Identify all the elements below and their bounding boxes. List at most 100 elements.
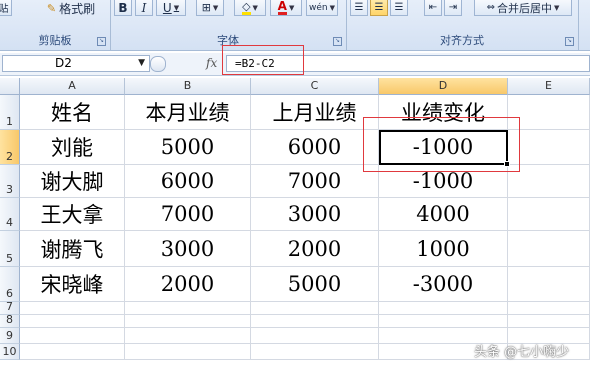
row-header[interactable]: 1 (0, 95, 20, 130)
table-cell[interactable]: 谢腾飞 (20, 231, 125, 267)
table-cell[interactable] (251, 315, 379, 328)
name-box[interactable]: D2 ▼ (2, 55, 150, 72)
fill-handle[interactable] (504, 161, 510, 167)
table-cell[interactable] (508, 165, 590, 198)
table-cell[interactable]: -1000 (379, 130, 508, 165)
font-color-button[interactable]: A ▼ (270, 0, 302, 16)
table-cell[interactable] (379, 315, 508, 328)
table-cell[interactable]: 1000 (379, 231, 508, 267)
table-cell[interactable] (251, 344, 379, 360)
table-cell[interactable]: 6000 (125, 165, 251, 198)
clipboard-launcher-icon[interactable]: ↘ (97, 37, 106, 46)
italic-button[interactable]: I (135, 0, 153, 16)
format-painter-button[interactable]: ✎ 格式刷 (38, 0, 104, 16)
table-cell[interactable] (125, 302, 251, 315)
row-header[interactable]: 9 (0, 328, 20, 344)
table-cell[interactable]: 上月业绩 (251, 95, 379, 130)
table-cell[interactable]: 3000 (251, 198, 379, 231)
table-cell[interactable] (125, 344, 251, 360)
row-header[interactable]: 3 (0, 165, 20, 198)
decrease-indent-icon: ⇤ (428, 2, 438, 13)
bold-button[interactable]: B (114, 0, 132, 16)
table-cell[interactable]: 6000 (251, 130, 379, 165)
align-left-button[interactable]: ☰ (350, 0, 368, 16)
table-cell[interactable] (125, 328, 251, 344)
table-cell[interactable]: 本月业绩 (125, 95, 251, 130)
table-cell[interactable] (508, 95, 590, 130)
fill-color-button[interactable]: ◇ ▼ (234, 0, 266, 16)
fill-color-icon: ◇ (242, 0, 251, 15)
merge-center-button[interactable]: ⇔ 合并后居中 ▼ (474, 0, 572, 16)
table-cell[interactable]: 2000 (125, 267, 251, 302)
column-header-a[interactable]: A (20, 78, 125, 95)
table-cell[interactable]: 刘能 (20, 130, 125, 165)
table-cell[interactable] (251, 328, 379, 344)
table-cell[interactable] (379, 302, 508, 315)
row-header[interactable]: 8 (0, 313, 20, 328)
formula-input[interactable]: =B2-C2 (226, 55, 590, 72)
row-header[interactable]: 4 (0, 198, 20, 231)
font-group-label: 字体 (217, 34, 239, 47)
underline-button[interactable]: U ▼ (156, 0, 186, 16)
column-header-e[interactable]: E (508, 78, 590, 95)
select-all-corner[interactable] (0, 78, 20, 95)
insert-function-icon[interactable]: fx (206, 56, 217, 70)
clipboard-group-label: 剪贴板 (38, 34, 72, 47)
table-cell[interactable] (508, 302, 590, 315)
table-cell[interactable]: 7000 (125, 198, 251, 231)
chevron-down-icon: ▼ (554, 3, 560, 12)
alignment-group-label: 对齐方式 (440, 34, 484, 47)
table-cell[interactable] (20, 315, 125, 328)
name-box-value: D2 (55, 56, 72, 70)
chevron-down-icon[interactable]: ▼ (138, 56, 145, 71)
borders-icon: ⊞ (201, 1, 211, 14)
column-header-b[interactable]: B (125, 78, 251, 95)
table-cell[interactable] (20, 302, 125, 315)
table-cell[interactable]: 宋晓峰 (20, 267, 125, 302)
paste-button[interactable]: 粘贴 (0, 0, 12, 16)
borders-button[interactable]: ⊞ ▼ (196, 0, 224, 16)
table-cell[interactable]: -1000 (379, 165, 508, 198)
align-center-icon: ☰ (374, 2, 384, 13)
table-cell[interactable]: 王大拿 (20, 198, 125, 231)
phonetic-guide-button[interactable]: wén ▼ (306, 0, 338, 16)
row-header[interactable]: 10 (0, 344, 20, 360)
font-launcher-icon[interactable]: ↘ (333, 37, 342, 46)
table-cell[interactable] (508, 130, 590, 165)
table-cell[interactable]: 2000 (251, 231, 379, 267)
table-cell[interactable]: 谢大脚 (20, 165, 125, 198)
merge-center-icon: ⇔ (486, 2, 495, 13)
watermark: 头条 @七小嗨少 (474, 345, 570, 360)
row-header[interactable]: 5 (0, 231, 20, 267)
table-cell[interactable] (508, 231, 590, 267)
table-cell[interactable] (20, 328, 125, 344)
align-center-button[interactable]: ☰ (370, 0, 388, 16)
table-cell[interactable]: 4000 (379, 198, 508, 231)
font-group: B I U ▼ ⊞ ▼ ◇ ▼ A ▼ wén ▼ 字体 ↘ (110, 0, 347, 50)
table-cell[interactable]: 5000 (251, 267, 379, 302)
column-header-d[interactable]: D (379, 78, 508, 95)
table-cell[interactable] (508, 315, 590, 328)
row-header[interactable]: 6 (0, 267, 20, 302)
table-cell[interactable] (125, 315, 251, 328)
alignment-launcher-icon[interactable]: ↘ (565, 37, 574, 46)
table-cell[interactable]: 姓名 (20, 95, 125, 130)
decrease-indent-button[interactable]: ⇤ (424, 0, 442, 16)
table-cell[interactable]: 3000 (125, 231, 251, 267)
table-cell[interactable]: 业绩变化 (379, 95, 508, 130)
row-header[interactable]: 2 (0, 130, 20, 165)
resize-handle[interactable] (150, 56, 166, 72)
column-header-c[interactable]: C (251, 78, 379, 95)
increase-indent-icon: ⇥ (448, 2, 458, 13)
table-cell[interactable] (508, 198, 590, 231)
table-cell[interactable] (508, 267, 590, 302)
table-cell[interactable] (20, 344, 125, 360)
align-right-button[interactable]: ☰ (390, 0, 408, 16)
table-cell[interactable]: -3000 (379, 267, 508, 302)
table-cell[interactable]: 7000 (251, 165, 379, 198)
table-cell[interactable] (251, 302, 379, 315)
table-cell[interactable]: 5000 (125, 130, 251, 165)
ribbon: 粘贴 ✎ 格式刷 剪贴板 ↘ B I U▼ ⊞▼ ◇▼ A▼ wén▼ 字体 ↘… (0, 0, 590, 51)
format-painter-label: 格式刷 (59, 1, 96, 16)
increase-indent-button[interactable]: ⇥ (444, 0, 462, 16)
